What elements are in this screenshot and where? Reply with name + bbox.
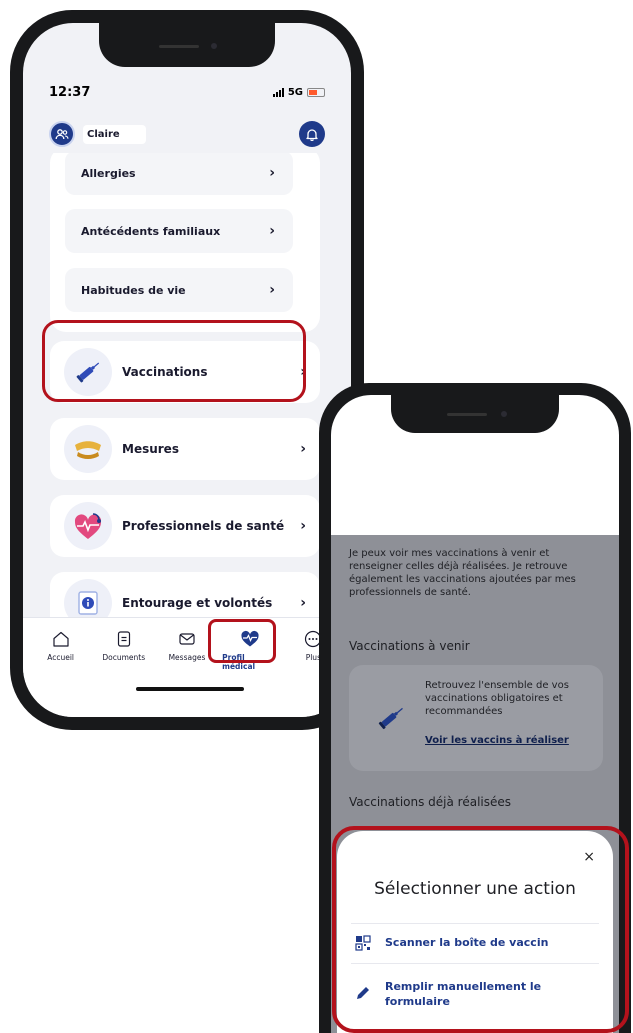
status-indicators: 5G	[272, 87, 325, 98]
card-entourage[interactable]: Entourage et volontés ›	[50, 572, 320, 617]
list-item-family-history[interactable]: Antécédents familiaux ›	[65, 209, 293, 253]
status-time: 12:37	[49, 85, 91, 100]
user-switcher[interactable]: Claire	[49, 121, 146, 147]
app-header: Claire	[49, 121, 325, 147]
upcoming-vaccines-card: Retrouvez l'ensemble de vos vaccinations…	[349, 665, 603, 771]
card-label: Professionnels de santé	[122, 519, 285, 533]
bell-icon[interactable]	[299, 121, 325, 147]
notch-camera	[501, 411, 507, 417]
vaccinations-intro: Je peux voir mes vaccinations à venir et…	[349, 548, 576, 598]
tab-documents[interactable]: Documents	[96, 630, 152, 671]
network-type: 5G	[287, 87, 303, 98]
phone-notch	[391, 395, 559, 433]
battery-icon	[307, 88, 325, 97]
stethoscope-heart-icon	[64, 502, 112, 550]
highlight-vaccinations	[42, 320, 306, 402]
notch-speaker	[447, 413, 487, 416]
list-item-lifestyle[interactable]: Habitudes de vie ›	[65, 268, 293, 312]
highlight-medical-profile-tab	[208, 619, 276, 663]
tab-label: Accueil	[47, 653, 74, 662]
home-icon	[52, 631, 69, 647]
chevron-right-icon: ›	[269, 165, 275, 181]
syringe-icon	[378, 707, 403, 730]
list-item-label: Habitudes de vie	[81, 283, 186, 297]
list-item-label: Allergies	[81, 166, 136, 180]
tab-label: Documents	[102, 653, 146, 662]
section-heading-upcoming: Vaccinations à venir	[349, 639, 470, 653]
card-health-professionals[interactable]: Professionnels de santé ›	[50, 495, 320, 557]
mail-icon	[179, 633, 195, 645]
chevron-right-icon: ›	[300, 595, 306, 611]
card-label: Entourage et volontés	[122, 596, 273, 610]
home-indicator	[136, 687, 244, 691]
chevron-right-icon: ›	[269, 282, 275, 298]
tab-home[interactable]: Accueil	[33, 630, 89, 671]
chevron-right-icon: ›	[300, 441, 306, 457]
status-bar: 12:37 5G	[49, 85, 325, 100]
document-info-icon	[64, 579, 112, 617]
bottom-tab-bar: Accueil Documents Messages Profil médica…	[23, 617, 351, 717]
notch-speaker	[159, 45, 199, 48]
chevron-right-icon: ›	[300, 518, 306, 534]
phone-notch	[99, 23, 275, 67]
tab-messages[interactable]: Messages	[159, 630, 215, 671]
upcoming-card-text: Retrouvez l'ensemble de vos vaccinations…	[425, 680, 569, 717]
measuring-tape-icon	[64, 425, 112, 473]
user-name: Claire	[83, 124, 146, 144]
see-vaccines-link[interactable]: Voir les vaccins à réaliser	[425, 735, 569, 746]
signal-icon	[272, 88, 284, 97]
notch-camera	[211, 43, 217, 49]
people-icon	[49, 121, 75, 147]
list-item-label: Antécédents familiaux	[81, 224, 221, 238]
list-item-allergies[interactable]: Allergies ›	[65, 153, 293, 195]
section-heading-done: Vaccinations déjà réalisées	[349, 795, 512, 809]
tab-label: Messages	[168, 653, 206, 662]
highlight-action-sheet	[332, 826, 629, 1033]
document-icon	[117, 631, 130, 647]
card-label: Mesures	[122, 442, 179, 456]
tab-list: Accueil Documents Messages Profil médica…	[23, 630, 351, 671]
card-measurements[interactable]: Mesures ›	[50, 418, 320, 480]
chevron-right-icon: ›	[269, 223, 275, 239]
